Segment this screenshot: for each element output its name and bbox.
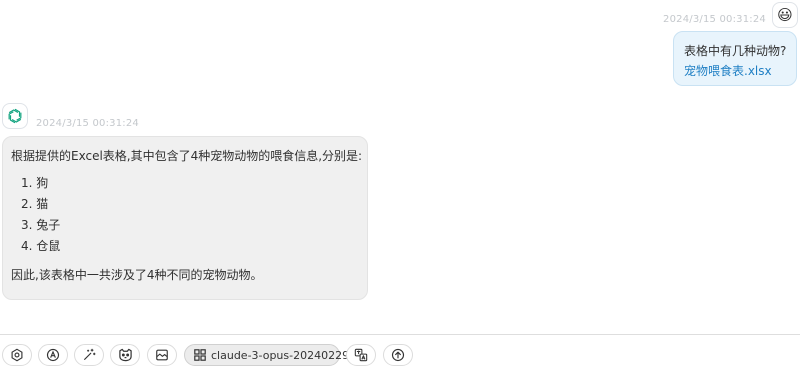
list-item: 2. 猫: [21, 197, 49, 211]
user-avatar[interactable]: 😃: [772, 2, 798, 28]
prompt-button[interactable]: [74, 344, 104, 366]
auto-theme-icon: [46, 348, 60, 362]
user-message-text: 表格中有几种动物?: [684, 44, 787, 58]
bot-message-timestamp: 2024/3/15 00:31:24: [36, 118, 139, 129]
user-message-bubble: 表格中有几种动物? 宠物喂食表.xlsx: [673, 31, 797, 86]
settings-icon: [11, 348, 23, 362]
settings-button[interactable]: [2, 344, 32, 366]
translate-icon: [354, 348, 368, 362]
bot-message-bubble: 根据提供的Excel表格,其中包含了4种宠物动物的喂食信息,分别是: 1. 狗 …: [2, 136, 368, 300]
list-item: 3. 兔子: [21, 218, 61, 232]
image-button[interactable]: [147, 344, 177, 366]
openai-logo-icon: [8, 108, 22, 124]
bot-avatar[interactable]: [2, 103, 28, 129]
upload-icon: [391, 348, 405, 362]
mask-button[interactable]: [110, 344, 140, 366]
model-icon: [194, 349, 206, 361]
list-item: 4. 仓鼠: [21, 239, 61, 253]
user-message-timestamp: 2024/3/15 00:31:24: [663, 14, 766, 25]
model-label: claude-3-opus-20240229: [211, 348, 350, 362]
animal-list: 1. 狗 2. 猫 3. 兔子 4. 仓鼠: [21, 173, 367, 257]
attachment-link[interactable]: 宠物喂食表.xlsx: [684, 61, 788, 81]
user-avatar-emoji: 😃: [777, 5, 793, 24]
list-item: 1. 狗: [21, 176, 49, 190]
bot-message-intro: 根据提供的Excel表格,其中包含了4种宠物动物的喂食信息,分别是:: [11, 149, 363, 163]
translate-button[interactable]: [346, 344, 376, 366]
mask-icon: [118, 348, 132, 362]
theme-button[interactable]: [38, 344, 68, 366]
image-icon: [156, 349, 168, 361]
model-select-button[interactable]: claude-3-opus-20240229: [184, 344, 349, 366]
upload-button[interactable]: [383, 344, 413, 366]
chat-area: 😃 2024/3/15 00:31:24 表格中有几种动物? 宠物喂食表.xls…: [0, 0, 800, 334]
bot-message-outro: 因此,该表格中一共涉及了4种不同的宠物动物。: [11, 268, 263, 282]
chat-toolbar: claude-3-opus-20240229: [0, 334, 800, 373]
magic-wand-icon: [84, 348, 96, 360]
